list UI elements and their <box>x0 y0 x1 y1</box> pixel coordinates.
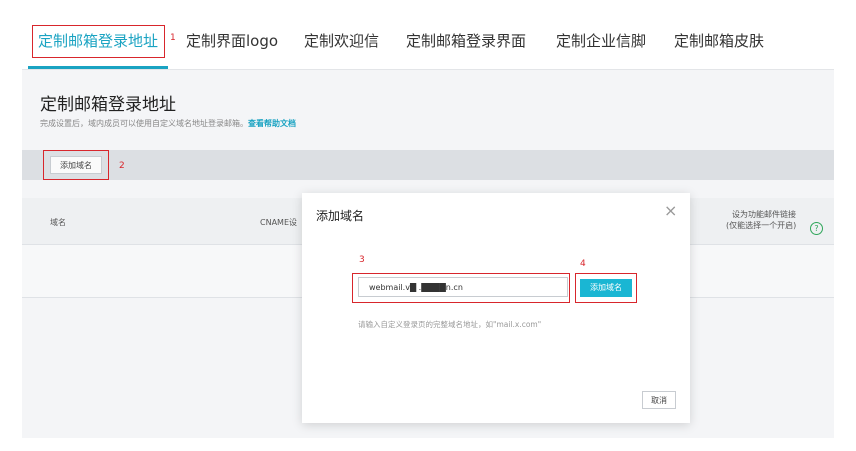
annotation-marker-2: 2 <box>119 161 125 171</box>
tab-logo[interactable]: 定制界面logo <box>186 30 278 51</box>
page-description: 完成设置后，域内成员可以使用自定义域名地址登录邮箱。查看帮助文档 <box>40 118 296 129</box>
active-tab-indicator <box>28 66 168 69</box>
annotation-marker-1: 1 <box>170 33 176 43</box>
column-header-domain: 域名 <box>50 218 66 227</box>
annotation-marker-4: 4 <box>580 259 586 269</box>
annotation-box-tab <box>32 25 165 58</box>
tab-login-page[interactable]: 定制邮箱登录界面 <box>406 30 526 51</box>
cancel-button[interactable]: 取消 <box>642 391 676 409</box>
close-icon[interactable]: × <box>664 201 677 220</box>
annotation-box-confirm <box>575 273 637 303</box>
tab-welcome-letter[interactable]: 定制欢迎信 <box>304 30 379 51</box>
help-doc-link[interactable]: 查看帮助文档 <box>248 119 296 128</box>
column-header-cname: CNAME设 <box>260 218 297 227</box>
column-header-default-line2: (仅能选择一个开启) <box>726 221 797 230</box>
input-hint: 请输入自定义登录页的完整域名地址，如"mail.x.com" <box>358 320 542 329</box>
dialog-title: 添加域名 <box>316 209 365 223</box>
column-header-default-line1: 设为功能邮件链接 <box>732 210 796 219</box>
tab-footer[interactable]: 定制企业信脚 <box>556 30 646 51</box>
toolbar <box>22 150 834 180</box>
annotation-marker-3: 3 <box>359 255 365 265</box>
question-circle-icon[interactable]: ? <box>810 222 823 235</box>
page-title: 定制邮箱登录地址 <box>40 95 176 115</box>
add-domain-dialog: 添加域名 × 3 4 添加域名 请输入自定义登录页的完整域名地址，如"mail.… <box>302 193 690 423</box>
tab-skin[interactable]: 定制邮箱皮肤 <box>674 30 764 51</box>
annotation-box-add-button <box>43 150 109 180</box>
description-text: 完成设置后，域内成员可以使用自定义域名地址登录邮箱。 <box>40 119 248 128</box>
annotation-box-input <box>352 273 570 303</box>
